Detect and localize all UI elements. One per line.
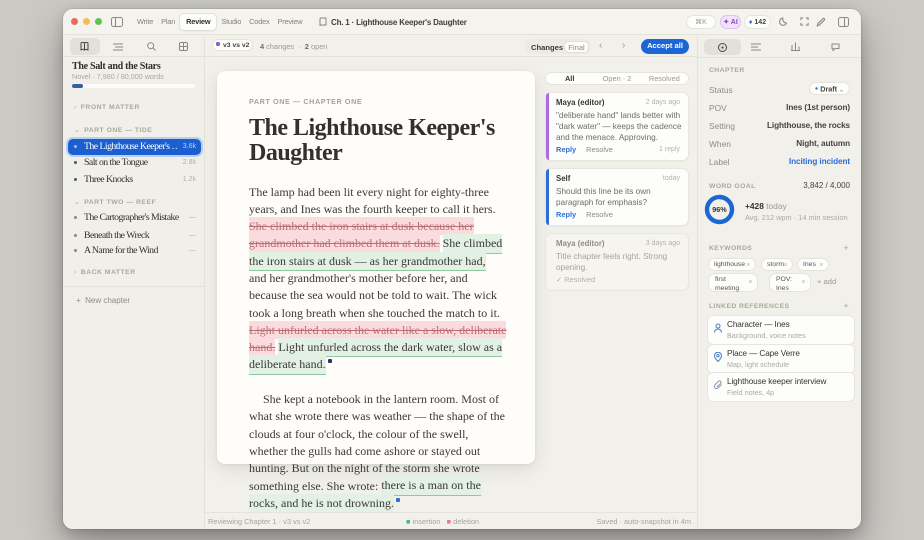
svg-text:96%: 96% (712, 205, 727, 214)
